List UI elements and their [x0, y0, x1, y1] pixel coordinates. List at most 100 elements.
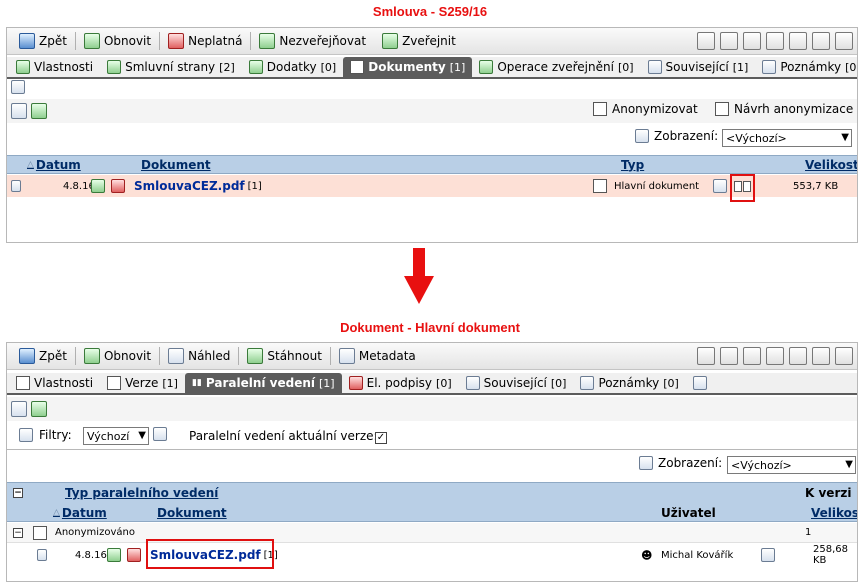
preview-doc-icon: [713, 179, 727, 193]
print-icon[interactable]: [812, 32, 830, 50]
customize-tabs-icon[interactable]: [11, 80, 29, 96]
filter-label: Filtry:: [39, 428, 72, 442]
column-group-label: Typ paralelního vedení: [65, 486, 219, 500]
contract-title: Smlouva - S259/16: [372, 4, 488, 19]
tab-related[interactable]: Související [0]: [459, 373, 574, 393]
list-view-icon[interactable]: [720, 32, 738, 50]
column-user[interactable]: Uživatel: [661, 503, 716, 523]
refresh-button[interactable]: Obnovit: [76, 345, 159, 367]
favorite-star-icon[interactable]: [766, 32, 784, 50]
tab-publication-operations[interactable]: Operace zveřejnění [0]: [472, 57, 640, 77]
view-label: Zobrazení:: [658, 456, 723, 470]
preview-icon[interactable]: [761, 544, 775, 566]
group-row[interactable]: − Anonymizováno 1: [7, 523, 857, 543]
help-icon[interactable]: [835, 347, 853, 365]
link-icon[interactable]: [789, 347, 807, 365]
table-view-icon[interactable]: [743, 347, 761, 365]
help-icon[interactable]: [835, 32, 853, 50]
row-user: Michal Kovářík: [661, 549, 734, 561]
publish-button[interactable]: Zveřejnit: [374, 30, 464, 52]
tab-contract-parties[interactable]: Smluvní strany [2]: [100, 57, 242, 77]
preview-icon[interactable]: [713, 175, 727, 197]
parallel-current-checkbox[interactable]: ✓: [375, 429, 387, 444]
column-group[interactable]: Typ paralelního vedení: [65, 483, 218, 503]
row-menu-icon[interactable]: [11, 175, 21, 197]
tab-amendments[interactable]: Dodatky [0]: [242, 57, 343, 77]
filter-select[interactable]: Výchozí ▼: [83, 427, 149, 445]
anonymization-proposal-button[interactable]: Návrh anonymizace: [715, 102, 853, 116]
list-view-icon[interactable]: [720, 347, 738, 365]
row-icon: [11, 180, 21, 192]
column-size[interactable]: Velikost: [811, 503, 857, 523]
anonymize-button[interactable]: Anonymizovat: [593, 102, 698, 116]
document-filename[interactable]: SmlouvaCEZ.pdf: [134, 179, 245, 193]
column-version[interactable]: K verzi: [805, 483, 851, 503]
tab-properties[interactable]: Vlastnosti: [9, 373, 100, 393]
tab-properties[interactable]: Vlastnosti: [9, 57, 100, 77]
view-selector: Zobrazení:: [639, 456, 722, 470]
column-document[interactable]: Dokument: [157, 503, 227, 523]
parallel-grid-header: − Typ paralelního vedení K verzi △ Datum …: [7, 482, 857, 522]
back-button[interactable]: Zpět: [11, 345, 75, 367]
tab-notes[interactable]: Poznámky[0]: [573, 373, 685, 393]
document-link[interactable]: SmlouvaCEZ.pdf [1]: [134, 175, 262, 197]
tab-related[interactable]: Související [1]: [641, 57, 756, 77]
print-icon[interactable]: [812, 347, 830, 365]
filter-settings-button[interactable]: [153, 427, 167, 444]
preview-button[interactable]: Náhled: [160, 345, 238, 367]
document-title: Dokument - Hlavní dokument: [340, 320, 520, 335]
export-excel-icon[interactable]: [31, 401, 47, 417]
row-menu-icon[interactable]: [37, 544, 47, 566]
column-document[interactable]: Dokument: [141, 156, 211, 173]
table-view-icon[interactable]: [743, 32, 761, 50]
document-toolbar: Zpět Obnovit Náhled Stáhnout Metadata: [7, 343, 857, 370]
document-panel: Zpět Obnovit Náhled Stáhnout Metadata Vl…: [6, 342, 858, 582]
group-label: Anonymizováno: [55, 527, 135, 538]
tab-label: Poznámky: [780, 60, 842, 74]
refresh-icon: [83, 348, 100, 364]
tab-label: Operace zveřejnění: [497, 60, 614, 74]
document-version-count: [1]: [247, 180, 262, 192]
form-view-icon[interactable]: [697, 347, 715, 365]
collapse-all-icon[interactable]: −: [13, 483, 23, 503]
refresh-button[interactable]: Obnovit: [76, 30, 159, 52]
refresh-label: Obnovit: [103, 349, 152, 363]
column-date[interactable]: △ Datum: [53, 503, 107, 523]
favorite-star-icon[interactable]: [766, 347, 784, 365]
tab-notes[interactable]: Poznámky[0]: [755, 57, 857, 77]
tab-documents[interactable]: Dokumenty [1]: [343, 57, 473, 77]
chevron-down-icon: ▼: [138, 430, 146, 441]
checkbox-mark: ✓: [375, 432, 387, 444]
export-excel-icon[interactable]: [31, 103, 47, 119]
filter-value: Výchozí: [87, 429, 130, 443]
unpublish-button[interactable]: Nezveřejňovat: [251, 30, 374, 52]
form-view-icon[interactable]: [11, 103, 27, 119]
tab-label: Vlastnosti: [34, 376, 94, 390]
group-icon: [33, 523, 47, 542]
metadata-button[interactable]: Metadata: [331, 345, 424, 367]
parties-icon: [107, 60, 122, 74]
form-view-icon[interactable]: [11, 401, 27, 417]
customize-tabs-button[interactable]: [686, 373, 714, 393]
column-date[interactable]: △ Datum: [27, 156, 81, 173]
table-row[interactable]: 4.8.16 SmlouvaCEZ.pdf [1] ☻ Michal Kováří…: [7, 544, 857, 566]
tab-parallel-management[interactable]: ▮▮ Paralelní vedení [1]: [184, 373, 342, 393]
link-icon[interactable]: [789, 32, 807, 50]
back-button[interactable]: Zpět: [11, 30, 75, 52]
column-size[interactable]: Velikost: [805, 156, 857, 173]
view-select[interactable]: <Výchozí> ▼: [727, 456, 856, 474]
group-collapse-icon[interactable]: −: [13, 523, 23, 542]
tab-versions[interactable]: Verze [1]: [100, 373, 185, 393]
download-button[interactable]: Stáhnout: [239, 345, 330, 367]
view-select[interactable]: <Výchozí> ▼: [722, 129, 852, 147]
form-view-icon[interactable]: [697, 32, 715, 50]
group-version: 1: [805, 527, 812, 538]
publication-icon: [479, 60, 494, 74]
pdf-icon: [111, 175, 125, 197]
row-size: 553,7 KB: [793, 180, 839, 192]
pdf-file-icon: [111, 179, 125, 193]
tab-el-signatures[interactable]: El. podpisy [0]: [342, 373, 459, 393]
invalid-button[interactable]: Neplatná: [160, 30, 250, 52]
column-type[interactable]: Typ: [621, 156, 644, 173]
